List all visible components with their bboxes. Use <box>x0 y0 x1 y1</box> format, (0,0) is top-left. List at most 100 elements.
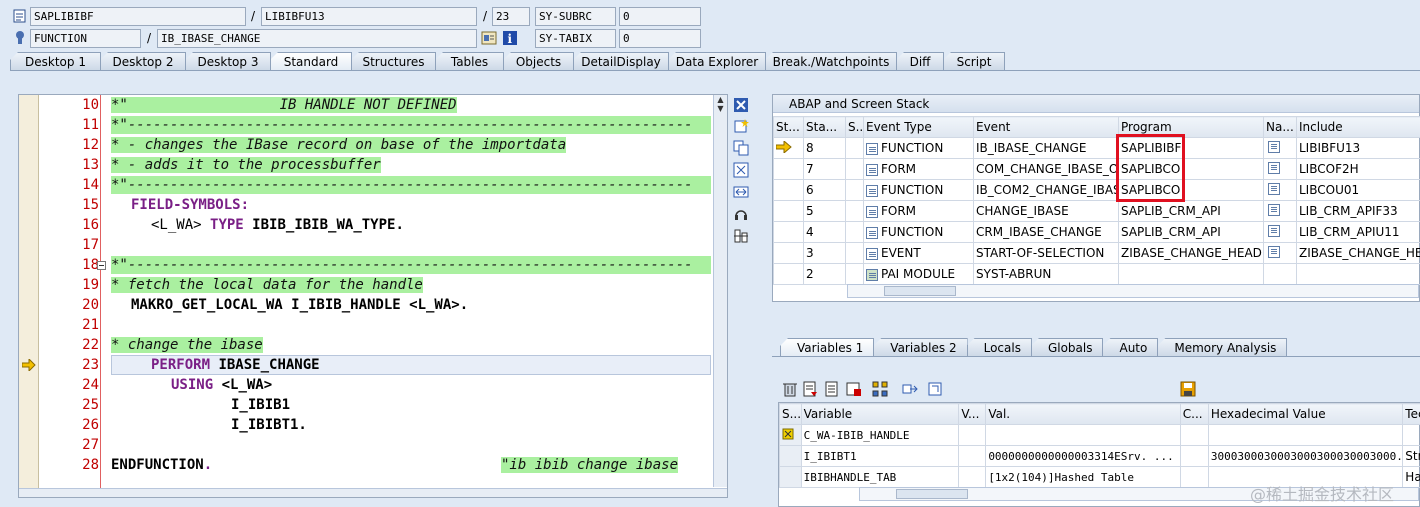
column-header[interactable]: St... <box>773 116 804 138</box>
collapse-icon[interactable] <box>97 261 106 270</box>
save-layout-icon[interactable] <box>846 381 862 397</box>
include: LIBIBFU13 <box>1296 137 1420 159</box>
tab-auto[interactable]: Auto <box>1102 338 1159 356</box>
column-header[interactable]: Sta... <box>803 116 846 138</box>
find-icon[interactable] <box>928 381 944 397</box>
keyword: TYPE <box>210 217 244 233</box>
tab-detaildisplay[interactable]: DetailDisplay <box>573 52 669 70</box>
program-field[interactable]: SAPLIBIBF <box>30 7 246 26</box>
display-object-icon[interactable] <box>481 30 497 46</box>
stack-pane: ABAP and Screen Stack St... Sta... S... … <box>772 94 1420 302</box>
tab-structures[interactable]: Structures <box>351 52 436 70</box>
column-header[interactable]: Na... <box>1263 116 1297 138</box>
tab-standard[interactable]: Standard <box>270 52 352 70</box>
navigate-icon[interactable] <box>1268 245 1280 258</box>
column-header[interactable]: Variable <box>800 403 960 425</box>
sysvar-field[interactable]: SY-SUBRC <box>535 7 616 26</box>
sysvar2-field[interactable]: SY-TABIX <box>535 29 616 48</box>
tab-desktop-3[interactable]: Desktop 3 <box>185 52 271 70</box>
tab-tables[interactable]: Tables <box>435 52 504 70</box>
table-row[interactable]: C_WA-IBIB_HANDLE <box>779 424 1420 446</box>
include-field[interactable]: LIBIBFU13 <box>261 7 477 26</box>
transfer-icon[interactable] <box>902 381 918 397</box>
table-row[interactable]: 2 PAI MODULE SYST-ABRUN <box>773 263 1420 285</box>
copy-icon[interactable] <box>733 140 749 156</box>
navigate-icon[interactable] <box>1268 203 1280 216</box>
breakpoint-gutter[interactable] <box>19 95 39 497</box>
headset-icon[interactable] <box>733 206 749 222</box>
tab-data-explorer[interactable]: Data Explorer <box>668 52 766 70</box>
navigate-icon[interactable] <box>1268 224 1280 237</box>
tab-script[interactable]: Script <box>943 52 1005 70</box>
variables-tabs: Variables 1 Variables 2 Locals Globals A… <box>780 338 1288 356</box>
table-row[interactable]: 4 FUNCTION CRM_IBASE_CHANGE SAPLIB_CRM_A… <box>773 221 1420 243</box>
tab-variables-2[interactable]: Variables 2 <box>873 338 968 356</box>
stack-horizontal-scrollbar[interactable] <box>847 284 1419 298</box>
tab-objects[interactable]: Objects <box>503 52 574 70</box>
info-icon[interactable]: i <box>502 30 518 46</box>
tab-variables-1[interactable]: Variables 1 <box>780 338 875 356</box>
sysval-field[interactable]: 0 <box>619 7 701 26</box>
new-session-icon[interactable] <box>733 118 749 134</box>
table-row[interactable]: 5 FORM CHANGE_IBASE SAPLIB_CRM_API LIB_C… <box>773 200 1420 222</box>
include: LIB_CRM_APIF33 <box>1296 200 1420 222</box>
nav-cell[interactable] <box>1263 179 1297 201</box>
navigate-icon[interactable] <box>1268 161 1280 174</box>
tab-desktop-1[interactable]: Desktop 1 <box>10 52 101 70</box>
column-header[interactable]: S... <box>779 403 802 425</box>
column-header[interactable]: S... <box>845 116 864 138</box>
variable-name[interactable]: C_WA-IBIB_HANDLE <box>800 424 960 446</box>
line-field[interactable]: 23 <box>492 7 530 26</box>
nav-cell[interactable] <box>1263 221 1297 243</box>
navigate-icon[interactable] <box>1268 182 1280 195</box>
source-code-editor[interactable]: 10 11 12 13 14 15 16 17 18 19 20 21 22 2… <box>18 94 728 498</box>
tool-icon[interactable] <box>733 228 749 244</box>
variable-value[interactable] <box>985 424 1181 446</box>
comment: * - adds it to the processbuffer <box>111 157 381 173</box>
column-header[interactable]: C... <box>1179 403 1209 425</box>
tab-breakpoints[interactable]: Break./Watchpoints <box>765 52 897 70</box>
scroll-down-icon[interactable]: ▼ <box>714 104 727 113</box>
fullscreen-icon[interactable] <box>733 162 749 178</box>
variable-value[interactable]: 0000000000000003314ESrv. ... <box>985 445 1181 467</box>
table-row[interactable]: 6 FUNCTION IB_COM2_CHANGE_IBAS... SAPLIB… <box>773 179 1420 201</box>
variable-name[interactable]: I_IBIBT1 <box>800 445 960 467</box>
variable-name[interactable]: IBIBHANDLE_TAB <box>800 466 960 488</box>
details-icon[interactable] <box>802 381 818 397</box>
delete-icon[interactable] <box>782 381 798 397</box>
column-header[interactable]: Event <box>973 116 1119 138</box>
column-header[interactable]: V... <box>958 403 987 425</box>
sysval2-field[interactable]: 0 <box>619 29 701 48</box>
nav-cell[interactable] <box>1263 200 1297 222</box>
save-icon[interactable] <box>1180 381 1196 397</box>
keyword: FIELD-SYMBOLS <box>131 197 241 213</box>
tab-memory-analysis[interactable]: Memory Analysis <box>1157 338 1288 356</box>
hierarchy-icon[interactable] <box>872 381 888 397</box>
scroll-up-icon[interactable]: ▲ <box>714 95 727 104</box>
tab-locals[interactable]: Locals <box>966 338 1032 356</box>
tab-diff[interactable]: Diff <box>896 52 944 70</box>
tab-globals[interactable]: Globals <box>1030 338 1104 356</box>
column-header[interactable]: Techni <box>1402 403 1420 425</box>
table-icon[interactable] <box>824 381 840 397</box>
variable-value[interactable]: [1x2(104)]Hashed Table <box>985 466 1181 488</box>
navigate-icon[interactable] <box>1268 140 1280 153</box>
swap-icon[interactable] <box>733 184 749 200</box>
tab-desktop-2[interactable]: Desktop 2 <box>100 52 186 70</box>
function-name-field[interactable]: IB_IBASE_CHANGE <box>157 29 477 48</box>
column-header[interactable]: Hexadecimal Value <box>1207 403 1404 425</box>
column-header[interactable]: Val. <box>985 403 1181 425</box>
nav-cell[interactable] <box>1263 158 1297 180</box>
nav-cell[interactable] <box>1263 137 1297 159</box>
table-row[interactable]: 3 EVENT START-OF-SELECTION ZIBASE_CHANGE… <box>773 242 1420 264</box>
table-row[interactable]: 7 FORM COM_CHANGE_IBASE_O... SAPLIBCO LI… <box>773 158 1420 180</box>
close-icon[interactable] <box>733 97 749 113</box>
table-row[interactable]: I_IBIBT1 0000000000000003314ESrv. ... 30… <box>779 445 1420 467</box>
editor-horizontal-scrollbar[interactable] <box>19 488 727 497</box>
type-field[interactable]: FUNCTION <box>30 29 141 48</box>
table-row[interactable]: 8 FUNCTION IB_IBASE_CHANGE SAPLIBIBF LIB… <box>773 137 1420 159</box>
column-header[interactable]: Include <box>1296 116 1420 138</box>
nav-cell[interactable] <box>1263 242 1297 264</box>
editor-vertical-scrollbar[interactable]: ▲ ▼ <box>713 95 727 487</box>
column-header[interactable]: Event Type <box>863 116 974 138</box>
